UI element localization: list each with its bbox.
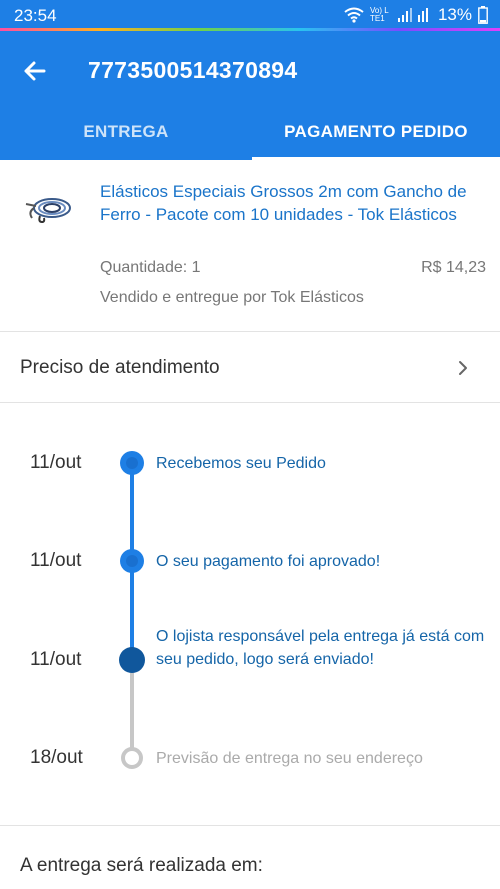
timeline-line-pending: [130, 662, 134, 758]
status-bar: 23:54 Vo) LTE1 13%: [0, 0, 500, 30]
timeline-dot-done: [120, 451, 144, 475]
timeline-date: 11/out: [30, 550, 82, 571]
timeline-date: 18/out: [30, 747, 83, 768]
product-thumbnail[interactable]: [22, 190, 74, 230]
help-label: Preciso de atendimento: [20, 357, 220, 378]
product-quantity: Quantidade: 1: [100, 259, 201, 276]
network-label: Vo) LTE1: [369, 6, 389, 23]
tab-entrega[interactable]: ENTREGA: [0, 103, 252, 160]
timeline-dot-done: [120, 549, 144, 573]
timeline-text: Previsão de entrega no seu endereço: [156, 750, 423, 767]
delivery-section-title: A entrega será realizada em:: [20, 855, 263, 876]
chevron-right-icon: [459, 361, 467, 375]
wifi-icon: [344, 7, 364, 23]
tab-pagamento-pedido[interactable]: PAGAMENTO PEDIDO: [252, 103, 500, 160]
help-row[interactable]: Preciso de atendimento: [0, 333, 500, 403]
battery-icon: [478, 6, 488, 24]
timeline-dot-pending: [121, 747, 143, 769]
product-title-link[interactable]: Elásticos Especiais Grossos 2m com Ganch…: [100, 180, 480, 226]
app-header: 7773500514370894 ENTREGA PAGAMENTO PEDID…: [0, 31, 500, 160]
timeline-date: 11/out: [30, 649, 82, 670]
timeline-text: O lojista responsável pela entrega já es…: [156, 628, 485, 668]
battery-percent: 13%: [437, 5, 472, 24]
back-button[interactable]: [18, 53, 54, 89]
order-id-title: 7773500514370894: [88, 57, 298, 83]
product-seller: Vendido e entregue por Tok Elásticos: [100, 289, 364, 306]
timeline-text: Recebemos seu Pedido: [156, 455, 326, 472]
timeline-date: 11/out: [30, 452, 82, 473]
signal-icon: [397, 8, 428, 22]
product-card: Elásticos Especiais Grossos 2m com Ganch…: [0, 160, 500, 332]
product-price: R$ 14,23: [421, 259, 486, 276]
status-time: 23:54: [14, 6, 57, 25]
arrow-left-icon: [24, 61, 46, 81]
order-timeline: 11/out Recebemos seu Pedido 11/out O seu…: [0, 404, 500, 826]
timeline-text: O seu pagamento foi aprovado!: [156, 553, 381, 570]
status-icons: Vo) LTE1 13%: [344, 5, 488, 25]
timeline-dot-current: [119, 647, 145, 673]
